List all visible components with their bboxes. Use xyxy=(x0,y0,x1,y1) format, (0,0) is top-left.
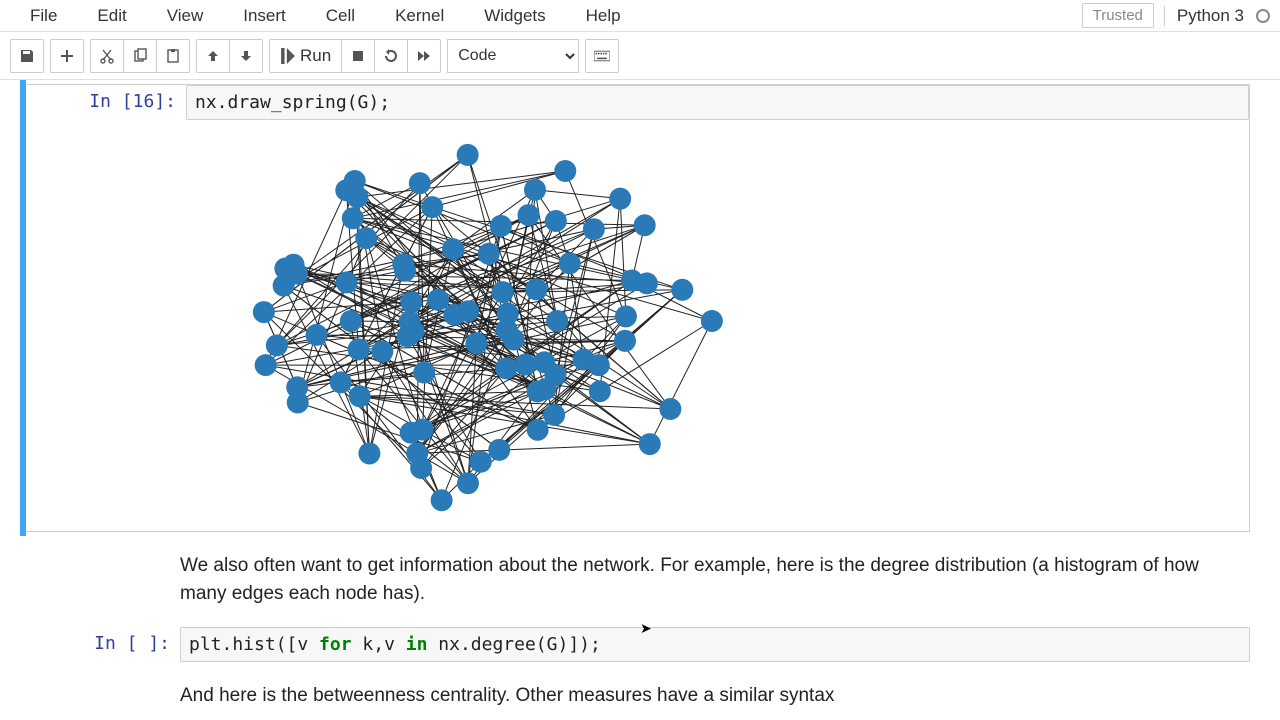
run-button[interactable]: Run xyxy=(269,39,342,73)
restart-run-all-button[interactable] xyxy=(407,39,441,73)
kernel-idle-icon xyxy=(1256,9,1270,23)
cell-output xyxy=(186,120,776,531)
menu-help[interactable]: Help xyxy=(566,2,641,30)
cell-prompt: In [16]: xyxy=(26,85,186,120)
markdown-cell[interactable]: . We also often want to get information … xyxy=(20,538,1260,621)
code-input[interactable]: nx.draw_spring(G); xyxy=(186,85,1249,120)
cell-type-select[interactable]: Code xyxy=(447,39,579,73)
menu-edit[interactable]: Edit xyxy=(77,2,146,30)
run-label: Run xyxy=(300,46,331,66)
trusted-badge[interactable]: Trusted xyxy=(1082,3,1154,28)
save-icon xyxy=(19,48,35,64)
kernel-name[interactable]: Python 3 xyxy=(1164,6,1252,26)
move-up-button[interactable] xyxy=(196,39,230,73)
cell-prompt: In [ ]: xyxy=(20,627,180,662)
notebook-container[interactable]: In [16]: nx.draw_spring(G); . . We also … xyxy=(0,80,1280,720)
code-cell-hist[interactable]: In [ ]: plt.hist([v for k,v in nx.degree… xyxy=(20,623,1260,666)
arrow-down-icon xyxy=(238,48,254,64)
network-graph-output xyxy=(186,128,776,528)
paste-button[interactable] xyxy=(156,39,190,73)
menu-kernel[interactable]: Kernel xyxy=(375,2,464,30)
plus-icon xyxy=(59,48,75,64)
stop-icon xyxy=(350,48,366,64)
command-palette-button[interactable] xyxy=(585,39,619,73)
code-cell-16[interactable]: In [16]: nx.draw_spring(G); . xyxy=(20,80,1260,536)
fast-forward-icon xyxy=(416,48,432,64)
toolbar: Run Code xyxy=(0,32,1280,80)
arrow-up-icon xyxy=(205,48,221,64)
menu-file[interactable]: File xyxy=(10,2,77,30)
menubar: File Edit View Insert Cell Kernel Widget… xyxy=(0,0,1280,32)
output-prompt: . xyxy=(26,120,186,531)
markdown-text: And here is the betweenness centrality. … xyxy=(180,672,874,720)
interrupt-button[interactable] xyxy=(341,39,375,73)
cut-button[interactable] xyxy=(90,39,124,73)
menu-cell[interactable]: Cell xyxy=(306,2,375,30)
menu-view[interactable]: View xyxy=(147,2,224,30)
move-down-button[interactable] xyxy=(229,39,263,73)
menu-widgets[interactable]: Widgets xyxy=(464,2,565,30)
paste-icon xyxy=(165,48,181,64)
copy-icon xyxy=(132,48,148,64)
keyboard-icon xyxy=(594,48,610,64)
markdown-text: We also often want to get information ab… xyxy=(180,542,1250,617)
save-button[interactable] xyxy=(10,39,44,73)
markdown-cell-2[interactable]: . And here is the betweenness centrality… xyxy=(20,668,1260,720)
menu-insert[interactable]: Insert xyxy=(223,2,306,30)
restart-button[interactable] xyxy=(374,39,408,73)
copy-button[interactable] xyxy=(123,39,157,73)
restart-icon xyxy=(383,48,399,64)
code-input[interactable]: plt.hist([v for k,v in nx.degree(G)]); xyxy=(180,627,1250,662)
run-icon xyxy=(280,48,296,64)
cut-icon xyxy=(99,48,115,64)
add-cell-button[interactable] xyxy=(50,39,84,73)
